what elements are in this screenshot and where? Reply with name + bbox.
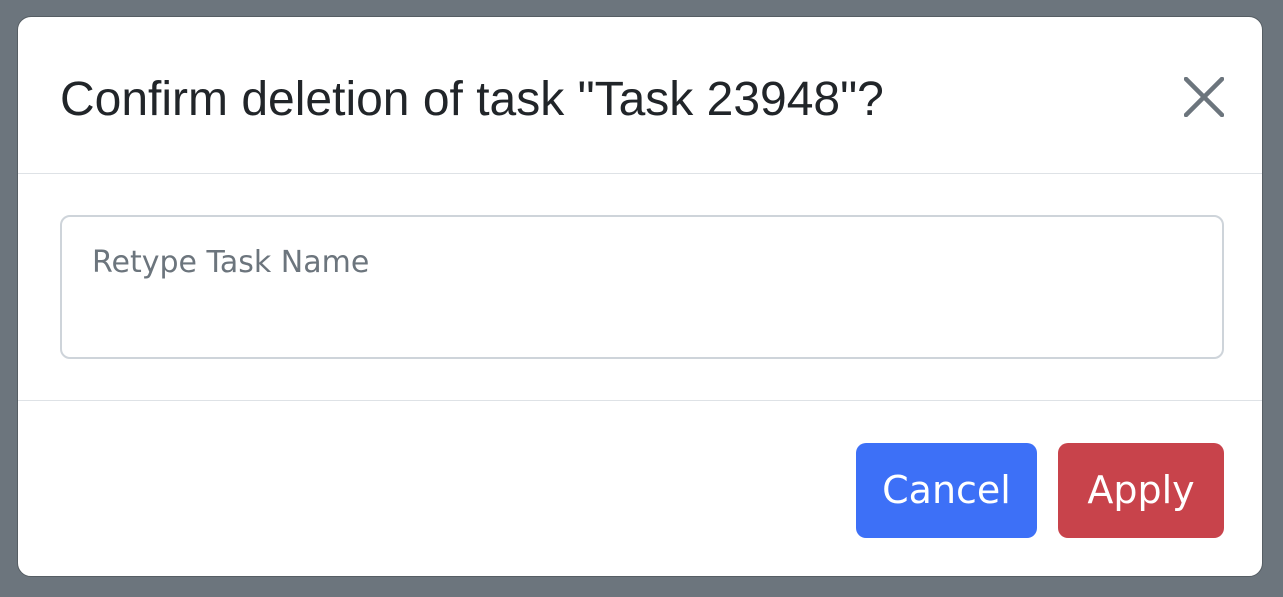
close-button[interactable] bbox=[1178, 71, 1230, 123]
dialog-footer: Cancel Apply bbox=[18, 401, 1262, 576]
close-icon bbox=[1184, 77, 1224, 117]
apply-button[interactable]: Apply bbox=[1058, 443, 1224, 538]
dialog-title: Confirm deletion of task "Task 23948"? bbox=[60, 73, 884, 126]
dialog-header: Confirm deletion of task "Task 23948"? bbox=[18, 17, 1262, 174]
task-name-input[interactable] bbox=[60, 215, 1224, 359]
dialog-body bbox=[18, 174, 1262, 401]
confirm-delete-dialog: Confirm deletion of task "Task 23948"? C… bbox=[17, 16, 1263, 577]
cancel-button[interactable]: Cancel bbox=[856, 443, 1037, 538]
